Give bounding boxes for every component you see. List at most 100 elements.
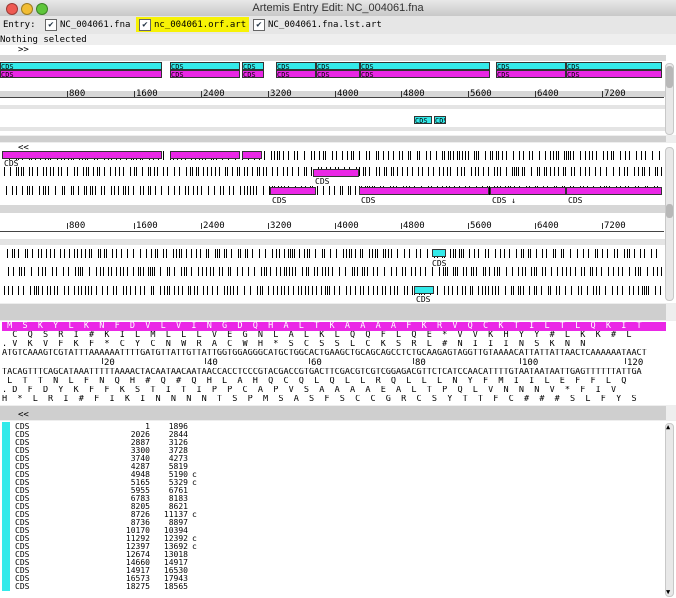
stop-codon-mark xyxy=(140,267,141,276)
scroll-down-arrow-icon[interactable]: ▼ xyxy=(666,589,670,596)
stop-codon-mark xyxy=(276,249,277,258)
aa-frame-3[interactable]: . V K V F K F * C Y C N W R A C W H * S … xyxy=(2,340,666,349)
stop-codon-mark xyxy=(12,186,13,195)
check-icon[interactable]: ✔ xyxy=(139,18,151,31)
stop-codon-mark xyxy=(386,167,387,176)
stop-codon-mark xyxy=(192,167,193,176)
horizontal-scrollbar[interactable] xyxy=(0,304,666,320)
stop-codon-mark xyxy=(640,267,641,276)
cds-feature[interactable] xyxy=(414,286,434,294)
scroll-forward-button[interactable]: >> xyxy=(18,45,29,55)
stop-codon-mark xyxy=(447,167,448,176)
stop-codon-mark xyxy=(111,186,112,195)
stop-codon-mark xyxy=(613,151,614,160)
overview-vertical-scrollbar[interactable] xyxy=(665,63,674,135)
cds-feature[interactable]: CDS xyxy=(276,70,316,78)
cds-feature[interactable] xyxy=(566,187,662,195)
stop-codon-mark xyxy=(407,286,408,295)
entry-toggle-orf-art[interactable]: ✔ nc_004061.orf.art xyxy=(136,17,250,32)
cds-feature[interactable] xyxy=(170,151,240,159)
cds-feature[interactable]: CDS xyxy=(360,62,490,70)
stop-codon-mark xyxy=(495,286,496,295)
stop-codon-mark xyxy=(212,286,213,295)
stop-codon-mark xyxy=(534,267,535,276)
stop-codon-mark xyxy=(174,267,175,276)
aa-reverse-frame-2[interactable]: . D F D Y K F F K S T I T I P P C A P V … xyxy=(2,386,666,395)
cds-feature[interactable]: CDS xyxy=(0,62,162,70)
entry-toggle-fna[interactable]: ✔ NC_004061.fna xyxy=(45,17,130,32)
list-vertical-scrollbar[interactable]: ▲ ▼ xyxy=(665,423,674,597)
cds-feature[interactable] xyxy=(242,151,262,159)
cds-feature[interactable]: CDS xyxy=(434,116,446,124)
stop-codon-mark xyxy=(455,249,456,258)
stop-codon-mark xyxy=(266,167,267,176)
feature-detail-panel[interactable]: << CDS CDS CDS CDS CDS ↓ CDS 800 1600 24… xyxy=(0,143,676,304)
stop-codon-mark xyxy=(353,151,354,160)
overview-panel[interactable]: >> CDS CDS CDS CDS CDS CDS CDS CDS CDS C… xyxy=(0,45,676,135)
stop-codon-mark xyxy=(433,167,434,176)
cds-feature[interactable] xyxy=(313,169,359,177)
stop-codon-mark xyxy=(19,267,20,276)
stop-codon-mark xyxy=(295,267,296,276)
stop-codon-mark xyxy=(123,186,124,195)
cds-feature[interactable]: CDS xyxy=(276,62,316,70)
stop-codon-mark xyxy=(292,167,293,176)
cds-feature[interactable]: CDS xyxy=(566,62,662,70)
stop-codon-mark xyxy=(422,167,423,176)
feature-row[interactable]: CDS 18275 18565 xyxy=(2,582,662,591)
stop-codon-mark xyxy=(104,186,105,195)
entry-toggle-lst-art[interactable]: ✔ NC_004061.fna.lst.art xyxy=(253,17,382,32)
check-icon[interactable]: ✔ xyxy=(45,18,57,31)
check-icon[interactable]: ✔ xyxy=(253,18,265,31)
scroll-up-arrow-icon[interactable]: ▲ xyxy=(666,424,670,431)
cds-feature[interactable]: CDS xyxy=(316,62,360,70)
aa-reverse-frame-1[interactable]: L T T N L F N Q H # Q # Q H L A H Q C Q … xyxy=(2,377,666,386)
stop-codon-mark xyxy=(351,249,352,258)
stop-codon-mark xyxy=(64,186,65,195)
stop-codon-mark xyxy=(614,249,615,258)
stop-codon-mark xyxy=(317,186,318,195)
cds-feature[interactable]: CDS xyxy=(242,70,264,78)
cds-feature[interactable]: CDS xyxy=(414,116,432,124)
stop-codon-mark xyxy=(104,167,105,176)
cds-feature[interactable] xyxy=(359,187,489,195)
feature-list[interactable]: CDS 1 1896 CDS 2026 2844 CDS 2887 3126 CDS 3300… xyxy=(0,421,676,598)
stop-codon-mark xyxy=(593,286,594,295)
cds-feature[interactable]: CDS xyxy=(496,62,566,70)
cds-feature[interactable]: CDS xyxy=(0,70,162,78)
stop-codon-mark xyxy=(239,167,240,176)
forward-strand[interactable]: ATGTCAAAGTCGTATTTAAAAAATTTTGATGTTATTGTTA… xyxy=(2,349,666,358)
stop-codon-mark xyxy=(447,267,448,276)
cds-feature[interactable]: CDS xyxy=(566,70,662,78)
stop-codon-mark xyxy=(200,249,201,258)
stop-codon-mark xyxy=(305,286,306,295)
cds-feature[interactable]: CDS xyxy=(496,70,566,78)
sequence-panel[interactable]: M S K Y L K N F D V L V I N G D Q H A L … xyxy=(0,321,676,405)
cds-feature[interactable]: CDS xyxy=(316,70,360,78)
cds-feature[interactable]: CDS xyxy=(360,70,490,78)
reverse-strand[interactable]: TACAGTTTCAGCATAAATTTTTAAAACTACAATAACAATA… xyxy=(2,368,666,377)
cds-feature[interactable] xyxy=(270,187,316,195)
cds-feature[interactable] xyxy=(490,187,566,195)
stop-codon-mark xyxy=(397,167,398,176)
cds-feature[interactable]: CDS xyxy=(170,62,240,70)
aa-reverse-frame-3[interactable]: H * L R I # F I K I N N N N T S P M S A … xyxy=(2,395,666,404)
stop-codon-mark xyxy=(56,267,57,276)
aa-frame-2[interactable]: C Q S R I # K I L M L L L V E G N L A L … xyxy=(2,331,666,340)
stop-codon-mark xyxy=(250,186,251,195)
aa-frame-1-highlighted[interactable]: M S K Y L K N F D V L V I N G D Q H A L … xyxy=(2,322,666,331)
scroll-back-button[interactable]: << xyxy=(18,410,29,420)
cds-feature[interactable] xyxy=(432,249,446,257)
stop-codon-mark xyxy=(661,167,662,176)
stop-codon-mark xyxy=(465,151,466,160)
cds-feature[interactable]: CDS xyxy=(242,62,264,70)
stop-codon-mark xyxy=(550,167,551,176)
stop-codon-mark xyxy=(133,267,134,276)
detail-vertical-scrollbar[interactable] xyxy=(665,147,674,301)
stop-codon-mark xyxy=(644,167,645,176)
cds-feature[interactable]: CDS xyxy=(170,70,240,78)
stop-codon-mark xyxy=(391,167,392,176)
horizontal-scrollbar[interactable]: << xyxy=(0,406,666,420)
cds-feature[interactable] xyxy=(2,151,162,159)
horizontal-scrollbar[interactable] xyxy=(0,136,666,142)
